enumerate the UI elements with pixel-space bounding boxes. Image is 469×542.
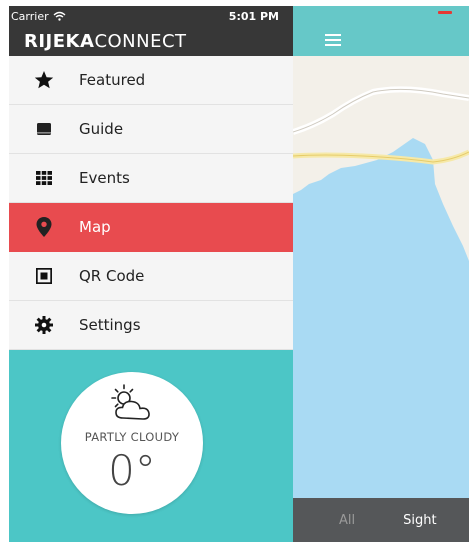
navigation-drawer: Carrier 5:01 PM RIJEKACONNECT Featured G…: [9, 6, 293, 542]
menu-item-featured[interactable]: Featured: [9, 56, 293, 105]
map-pin-icon: [33, 216, 55, 238]
carrier-indicator: Carrier: [11, 10, 66, 23]
calendar-grid-icon: [33, 167, 55, 189]
app-header: RIJEKACONNECT: [9, 26, 293, 56]
menu-item-guide[interactable]: Guide: [9, 105, 293, 154]
menu-label: QR Code: [79, 267, 145, 285]
menu-label: Map: [79, 218, 111, 236]
filter-tab-sights[interactable]: Sight: [403, 513, 436, 528]
map-view[interactable]: All Sight: [293, 6, 469, 542]
drawer-menu: Featured Guide Events Map QR Code Settin…: [9, 56, 293, 350]
menu-label: Events: [79, 169, 130, 187]
map-filter-bar: All Sight: [293, 498, 469, 542]
brand-light: CONNECT: [94, 30, 187, 52]
wifi-icon: [53, 11, 66, 21]
app-screen: Carrier 5:01 PM RIJEKACONNECT Featured G…: [9, 6, 469, 542]
star-icon: [33, 69, 55, 91]
weather-badge: PARTLY CLOUDY 0°: [61, 372, 203, 514]
map-top-bar: [293, 6, 469, 56]
status-bar: Carrier 5:01 PM: [9, 6, 293, 26]
menu-label: Guide: [79, 120, 124, 138]
menu-item-settings[interactable]: Settings: [9, 301, 293, 350]
menu-item-qr-code[interactable]: QR Code: [9, 252, 293, 301]
filter-tab-all[interactable]: All: [339, 513, 355, 528]
gear-icon: [33, 314, 55, 336]
brand-bold: RIJEKA: [24, 30, 95, 52]
hamburger-menu-icon[interactable]: [325, 34, 341, 46]
map-canvas[interactable]: [293, 56, 469, 498]
menu-label: Featured: [79, 71, 146, 89]
qr-code-icon: [33, 265, 55, 287]
menu-item-events[interactable]: Events: [9, 154, 293, 203]
status-time: 5:01 PM: [228, 9, 279, 23]
menu-item-map[interactable]: Map: [9, 203, 293, 252]
battery-icon: [438, 11, 452, 14]
weather-temperature: 0°: [108, 446, 156, 495]
weather-condition: PARTLY CLOUDY: [84, 430, 180, 444]
partly-cloudy-icon: [111, 384, 150, 420]
carrier-label: Carrier: [11, 9, 49, 23]
weather-panel: PARTLY CLOUDY 0°: [9, 350, 293, 542]
book-icon: [33, 118, 55, 140]
menu-label: Settings: [79, 316, 141, 334]
app-logo: RIJEKACONNECT: [24, 31, 187, 52]
